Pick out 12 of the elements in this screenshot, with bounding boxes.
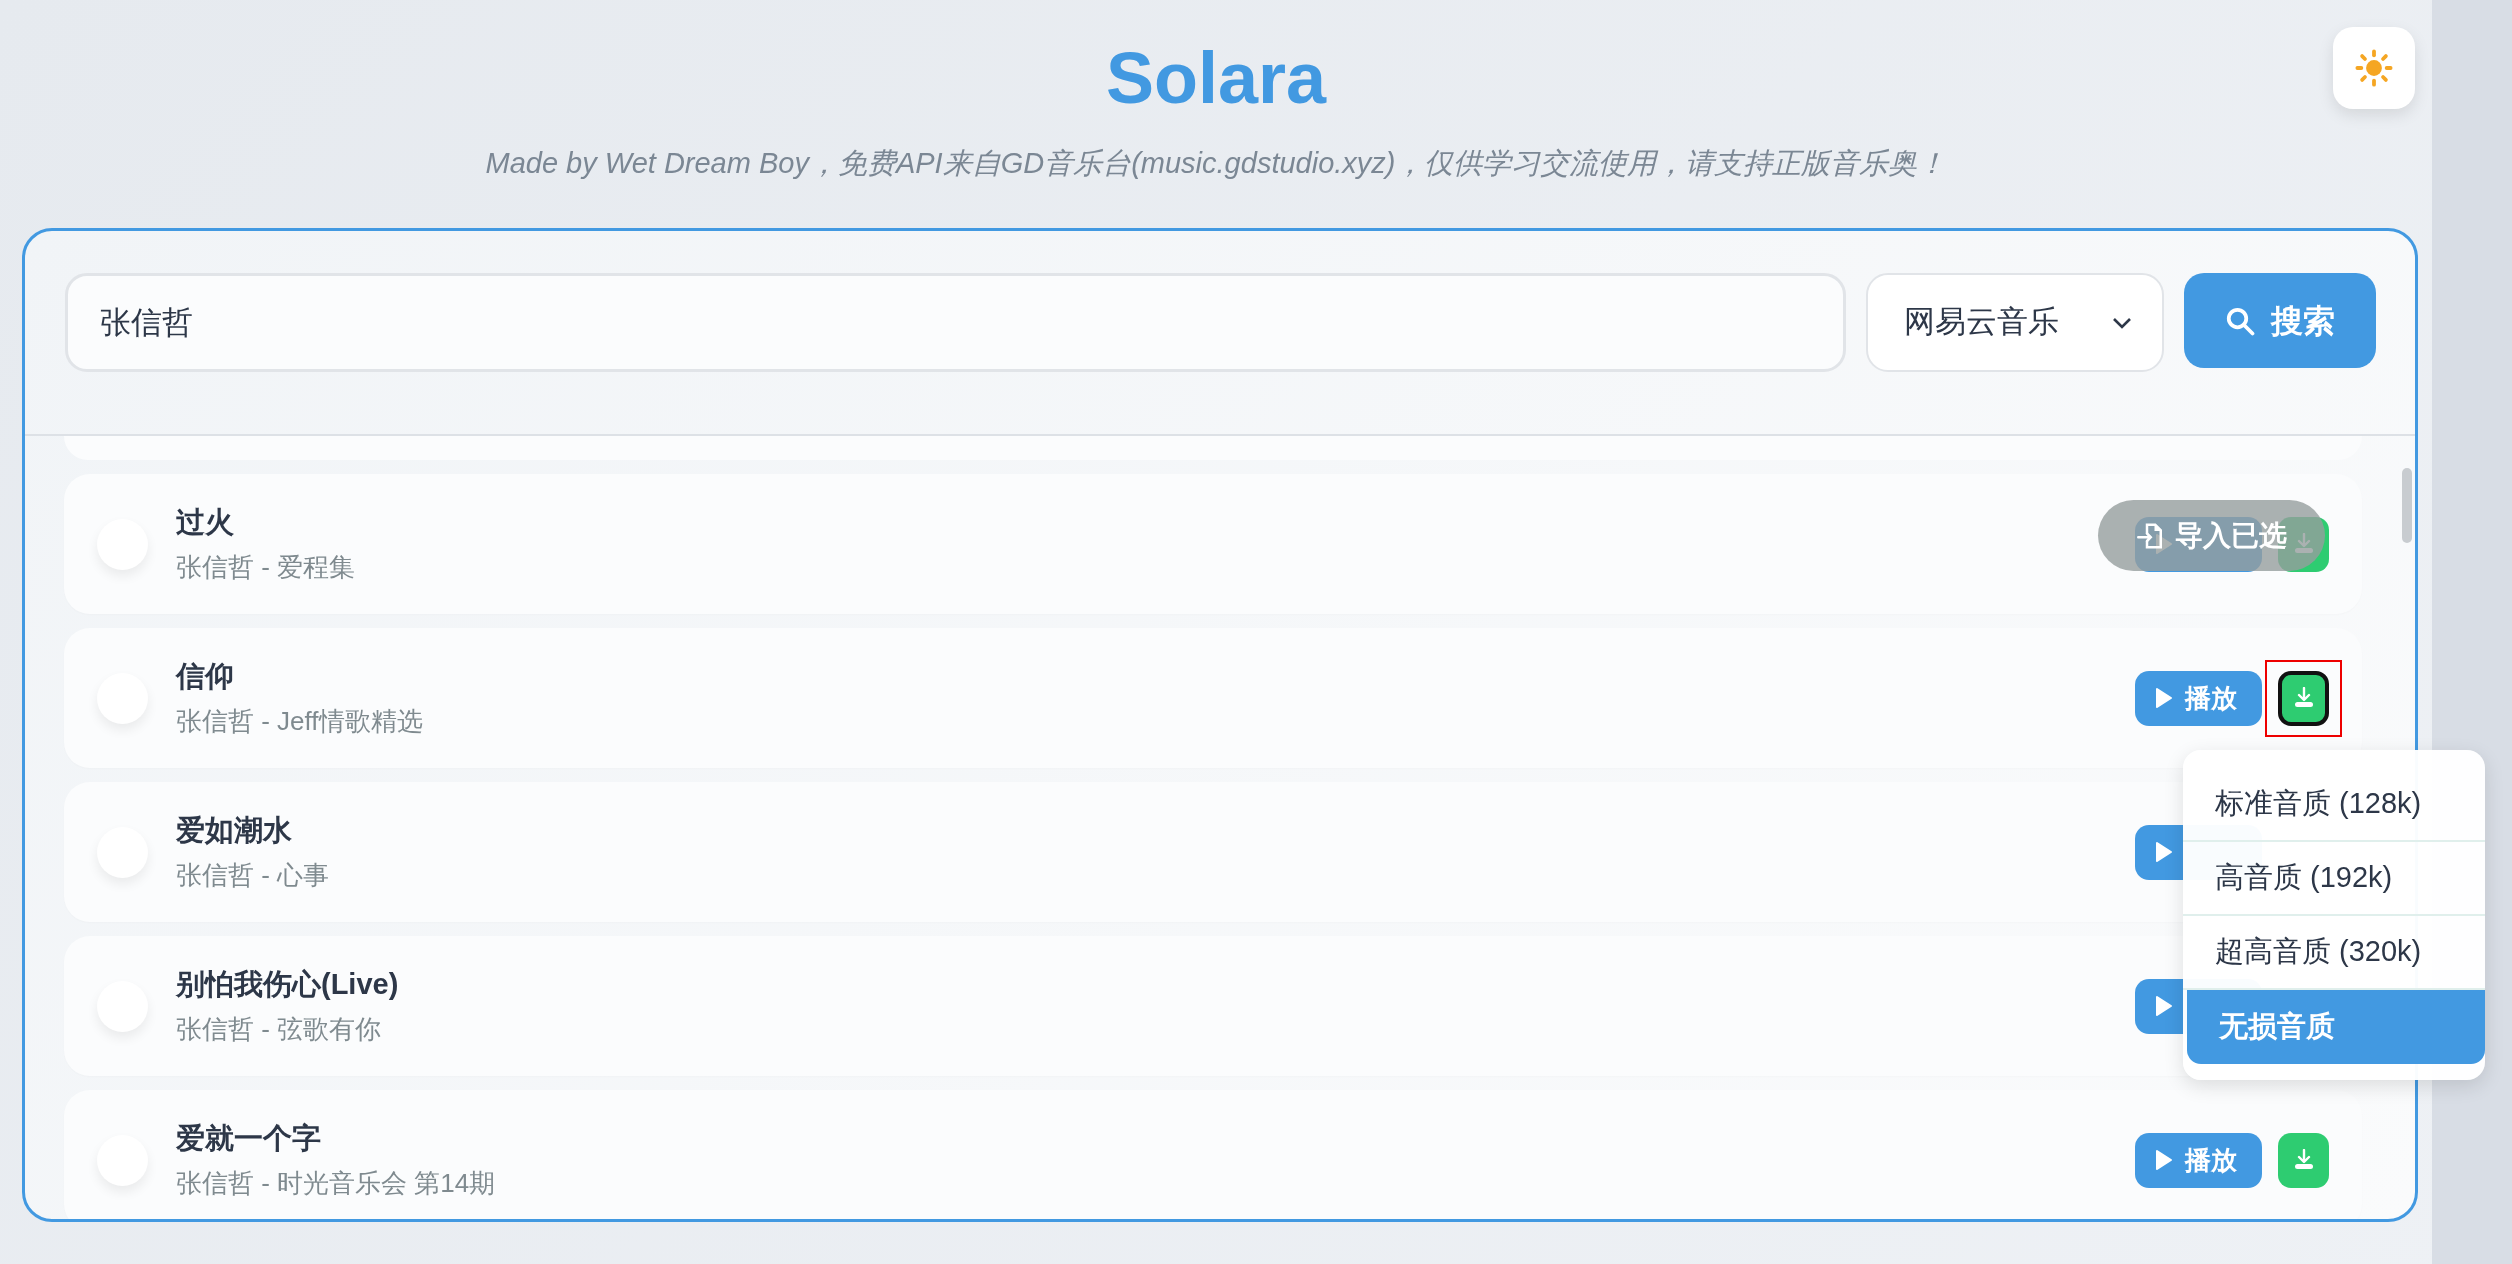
app-title: Solara [1105,42,1327,114]
song-artist-album: 张信哲 - 弦歌有你 [176,1013,383,1045]
song-title: 信仰 [176,659,235,694]
app-subtitle: Made by Wet Dream Boy，免费API来自GD音乐台(music.gdstudio.xyz)，仅供学习交流使用，请支持正版音乐奥！ [484,146,1948,181]
song-title: 过火 [176,505,235,540]
song-title: 爱如潮水 [176,813,293,848]
song-artist-album: 张信哲 - 爱程集 [176,551,357,583]
song-artist-album: 张信哲 - 时光音乐会 第14期 [176,1167,497,1199]
song-title: 爱就一个字 [176,1121,322,1156]
song-artist-album: 张信哲 - 心事 [176,859,331,891]
song-artist-album: 张信哲 - Jeff情歌精选 [176,705,424,737]
song-title: 别怕我伤心(Live) [176,967,400,1002]
